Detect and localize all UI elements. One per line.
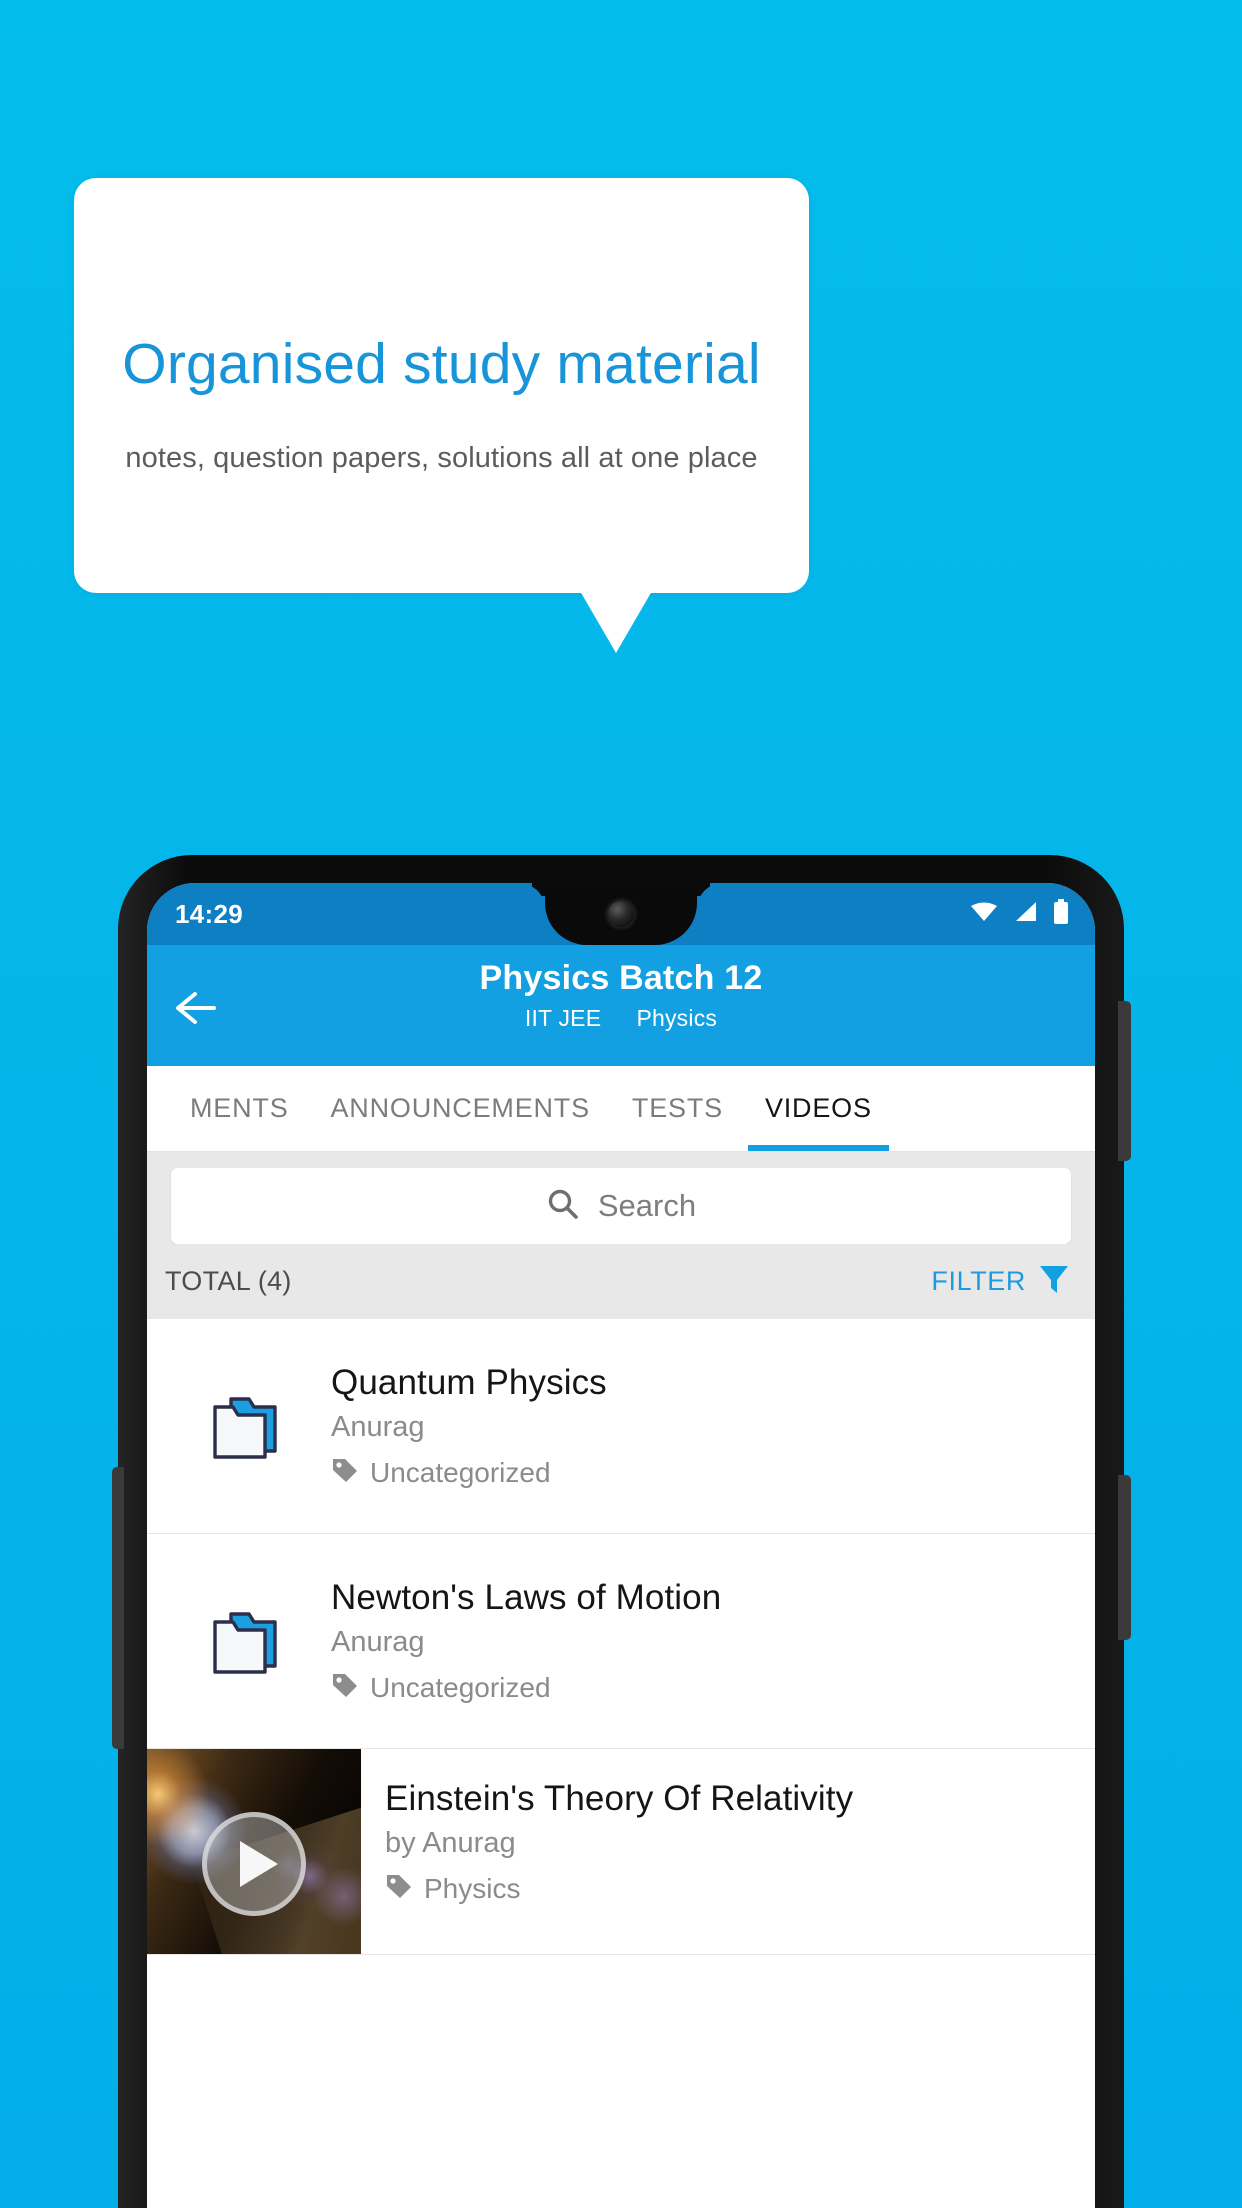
breadcrumb: IIT JEE Physics — [147, 1005, 1095, 1032]
status-time: 14:29 — [175, 898, 243, 929]
signal-icon — [1013, 900, 1039, 929]
list-item-title: Einstein's Theory Of Relativity — [385, 1779, 854, 1818]
filter-label: FILTER — [931, 1266, 1026, 1296]
front-camera-icon — [608, 901, 634, 927]
app-bar-titles: Physics Batch 12 IIT JEE Physics — [147, 959, 1095, 1032]
breadcrumb-subject: Physics — [636, 1005, 718, 1031]
promo-callout-tail — [580, 591, 652, 653]
filter-funnel-icon — [1037, 1262, 1071, 1301]
tag-icon — [385, 1872, 413, 1905]
list-item-tag: Physics — [385, 1872, 1081, 1905]
list-item-author: Anurag — [331, 1626, 425, 1659]
status-bar: 14:29 — [147, 883, 1095, 945]
search-zone: Search — [147, 1152, 1095, 1244]
list-item-title: Newton's Laws of Motion — [331, 1577, 722, 1617]
list-item[interactable]: Newton's Laws of Motion Anurag Uncategor… — [147, 1534, 1095, 1749]
promo-subtitle: notes, question papers, solutions all at… — [125, 441, 758, 474]
list-item-tag-label: Uncategorized — [370, 1456, 551, 1488]
folder-icon — [159, 1604, 331, 1678]
list-item-tag-label: Physics — [424, 1872, 521, 1904]
tab-ments[interactable]: MENTS — [169, 1066, 310, 1151]
promo-callout-card: Organised study material notes, question… — [74, 178, 809, 593]
tag-icon — [331, 1671, 359, 1704]
list-item-title: Quantum Physics — [331, 1362, 607, 1402]
phone-screen: 14:29 Physics Batch 12 IIT JEE Physics M… — [147, 883, 1095, 2208]
list-item-author: Anurag — [331, 1411, 425, 1444]
phone-side-button[interactable] — [1118, 1475, 1131, 1640]
phone-notch — [545, 883, 697, 945]
search-icon — [546, 1187, 580, 1226]
status-icons — [969, 898, 1069, 930]
battery-icon — [1053, 898, 1069, 930]
folder-icon — [159, 1389, 331, 1463]
list-item-tag-label: Uncategorized — [370, 1671, 551, 1703]
list-toolbar: TOTAL (4) FILTER — [147, 1244, 1095, 1319]
phone-power-button[interactable] — [1118, 1001, 1131, 1161]
tab-bar: MENTS ANNOUNCEMENTS TESTS VIDEOS — [147, 1066, 1095, 1152]
search-placeholder: Search — [597, 1188, 697, 1223]
breadcrumb-exam: IIT JEE — [524, 1005, 602, 1031]
play-icon[interactable] — [202, 1811, 306, 1916]
tab-videos[interactable]: VIDEOS — [744, 1066, 893, 1151]
list-item[interactable]: Einstein's Theory Of Relativity by Anura… — [147, 1749, 1095, 1955]
list-item-text: Newton's Laws of Motion Anurag Uncategor… — [331, 1578, 1095, 1704]
list-item[interactable]: Quantum Physics Anurag Uncategorized — [147, 1319, 1095, 1534]
total-count-label: TOTAL (4) — [165, 1266, 292, 1296]
tag-icon — [331, 1456, 359, 1489]
content-list: Quantum Physics Anurag Uncategorized New… — [147, 1319, 1095, 1955]
list-item-tag: Uncategorized — [331, 1671, 1081, 1704]
video-thumbnail[interactable] — [147, 1749, 361, 1954]
tab-tests[interactable]: TESTS — [611, 1066, 744, 1151]
page-title: Physics Batch 12 — [479, 959, 763, 997]
phone-mockup: 14:29 Physics Batch 12 IIT JEE Physics M… — [112, 855, 1131, 2208]
wifi-icon — [969, 900, 999, 929]
list-item-author: by Anurag — [385, 1827, 516, 1860]
app-bar: Physics Batch 12 IIT JEE Physics — [147, 945, 1095, 1066]
tab-announcements[interactable]: ANNOUNCEMENTS — [310, 1066, 611, 1151]
play-triangle — [240, 1840, 278, 1887]
list-item-tag: Uncategorized — [331, 1456, 1081, 1489]
list-item-text: Quantum Physics Anurag Uncategorized — [331, 1363, 1095, 1489]
list-item-text: Einstein's Theory Of Relativity by Anura… — [361, 1749, 1095, 1954]
phone-volume-button[interactable] — [112, 1467, 124, 1749]
promo-title: Organised study material — [122, 332, 761, 397]
filter-button[interactable]: FILTER — [931, 1262, 1071, 1301]
search-input[interactable]: Search — [171, 1168, 1071, 1244]
